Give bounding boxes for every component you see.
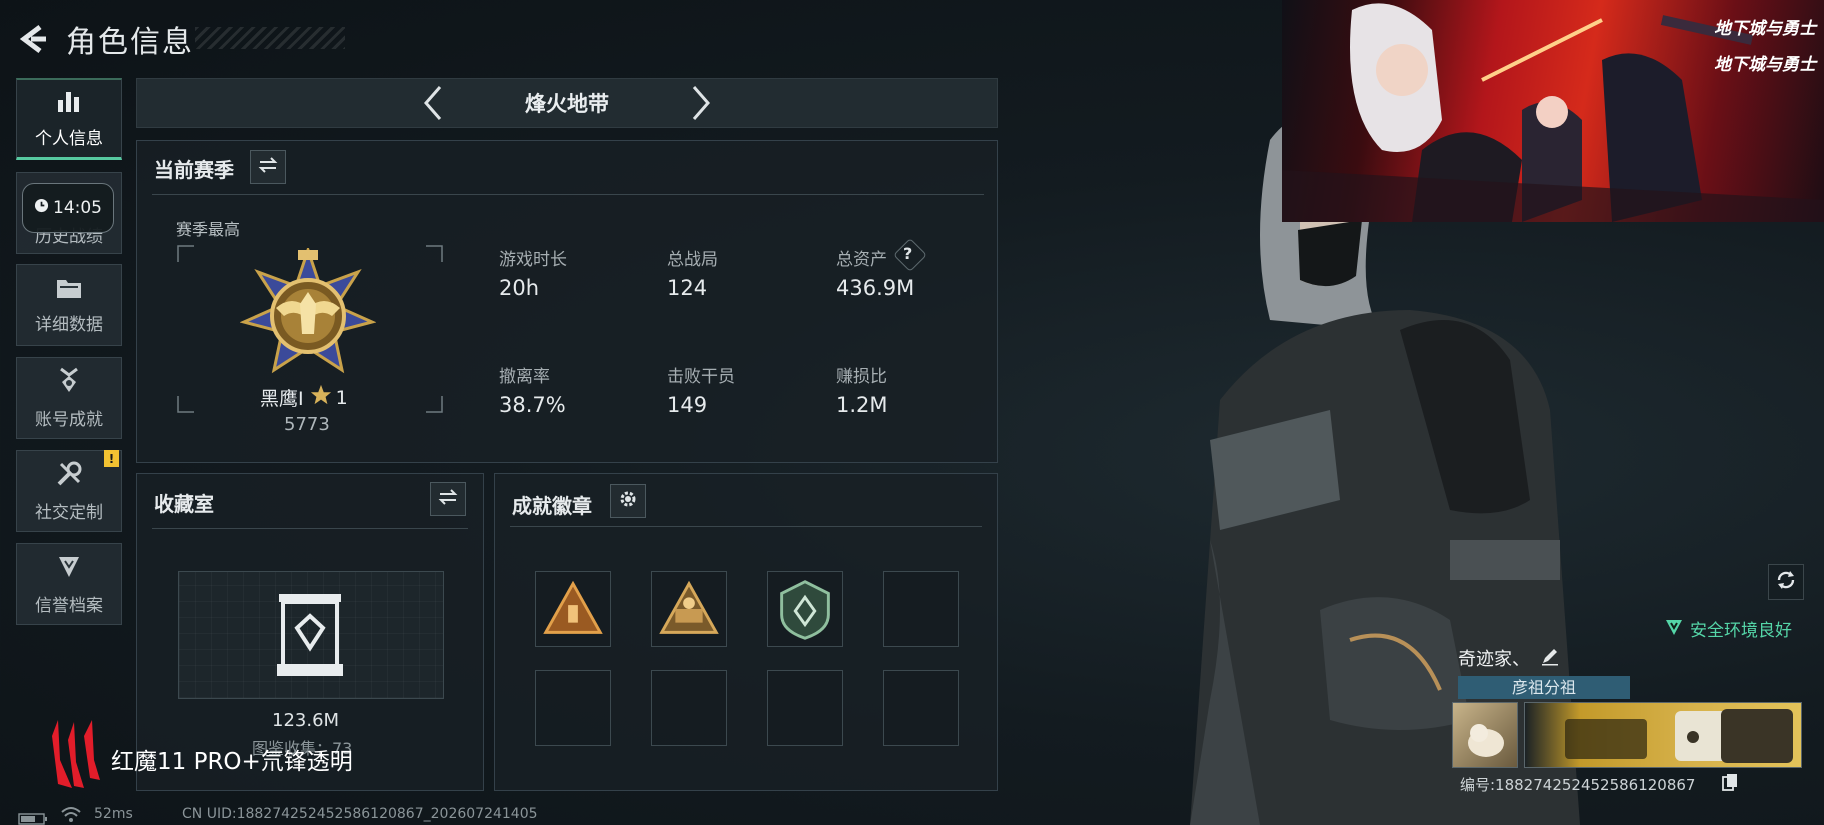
season-title: 当前赛季 (154, 158, 234, 182)
battery-icon (18, 810, 48, 825)
clock-icon (34, 198, 49, 218)
footer-uid: CN UID:18827425245258612086​7_2026072414… (182, 806, 538, 822)
collection-value: 123.6M (272, 710, 340, 731)
rank-emblem-icon (239, 245, 377, 382)
stat-value-kills: 149 (667, 393, 708, 417)
stat-value-playtime: 20h (499, 276, 540, 300)
swap-icon (258, 157, 278, 177)
stat-label-total-matches: 总战局 (667, 250, 718, 270)
stat-value-extract-rate: 38.7% (499, 393, 566, 417)
stat-label-total-assets: 总资产 (836, 250, 887, 270)
player-name: 奇迹家、 (1458, 649, 1530, 670)
safe-shield-icon (1664, 617, 1684, 641)
time-pill: 14:05 (22, 183, 114, 233)
nav-reputation-file[interactable]: 信誉档案 (16, 543, 122, 625)
nav-account-achievements[interactable]: 账号成就 (16, 357, 122, 439)
collection-swap-button[interactable] (430, 482, 466, 516)
season-swap-button[interactable] (250, 150, 286, 184)
achievements-title: 成就徽章 (512, 494, 592, 518)
promo-logo: 地下城与勇士 (1714, 55, 1816, 75)
achievement-slot-empty[interactable] (535, 670, 611, 746)
network-ping: 52ms (94, 806, 133, 822)
stat-label-kills: 击败干员 (667, 367, 735, 387)
wifi-icon (60, 806, 82, 825)
name-card-banner[interactable] (1524, 702, 1802, 768)
folder-icon (55, 276, 83, 304)
stat-label-playtime: 游戏时长 (499, 250, 567, 270)
medal-icon (55, 367, 83, 399)
nav-personal-info[interactable]: 个人信息 (16, 78, 122, 160)
swap-icon (438, 489, 458, 509)
achievements-settings-button[interactable] (610, 484, 646, 518)
achievement-slot-empty[interactable] (883, 571, 959, 647)
achievement-slot-empty[interactable] (883, 670, 959, 746)
divider (510, 526, 982, 527)
player-uid: 编号:18827425245258612086​7 (1460, 776, 1696, 794)
guild-tag: 彦祖分祖 (1458, 676, 1630, 699)
nav-label: 账号成就 (35, 409, 103, 430)
copy-icon[interactable] (1722, 773, 1738, 795)
season-best-label: 赛季最高 (176, 220, 241, 239)
next-map-button[interactable] (677, 79, 725, 127)
achievement-slot-empty[interactable] (767, 670, 843, 746)
rotate-view-button[interactable] (1768, 564, 1804, 600)
clock-time: 14:05 (53, 198, 102, 218)
rank-line: 黑鹰I 1 (260, 384, 348, 411)
player-avatar[interactable] (1452, 702, 1518, 768)
achievement-badge-1[interactable] (535, 571, 611, 647)
refresh-icon (1775, 569, 1797, 595)
nav-label: 社交定制 (35, 502, 103, 523)
device-brand-text: 红魔11 PRO+氘锋透明 (111, 749, 353, 775)
help-icon: ? (903, 244, 913, 263)
star-icon (310, 384, 332, 411)
rank-score: 5773 (284, 414, 330, 435)
pyramid-badge-icon (536, 580, 610, 650)
wrench-icon (55, 460, 83, 492)
divider (152, 528, 468, 529)
prev-map-button[interactable] (409, 79, 457, 127)
stat-value-total-matches: 124 (667, 276, 708, 300)
achievement-slot-empty[interactable] (651, 670, 727, 746)
stat-value-total-assets: 436.9M (836, 276, 915, 300)
ruins-badge-icon (652, 580, 726, 650)
green-shield-badge-icon (768, 580, 842, 650)
rank-name: 黑鹰I (260, 388, 304, 410)
stat-value-profit-ratio: 1.2M (836, 393, 888, 417)
promo-logo: 地下城与勇士 (1714, 19, 1816, 39)
bar-chart-icon (55, 88, 83, 118)
display-case-icon (275, 592, 345, 682)
title-decoration (195, 27, 345, 49)
nav-label: 个人信息 (35, 129, 103, 149)
gear-icon (618, 489, 638, 513)
edit-name-icon[interactable] (1540, 646, 1560, 670)
shield-icon (55, 553, 83, 585)
stat-label-extract-rate: 撤离率 (499, 367, 550, 387)
warning-badge: ! (104, 450, 119, 467)
red-magic-logo-icon (48, 716, 104, 794)
map-name: 烽火地带 (525, 92, 609, 116)
nav-label: 信誉档案 (35, 595, 103, 616)
nav-detailed-data[interactable]: 详细数据 (16, 264, 122, 346)
collection-title: 收藏室 (154, 492, 214, 516)
rank-stars: 1 (335, 386, 348, 409)
achievement-badge-3[interactable] (767, 571, 843, 647)
nav-label: 详细数据 (35, 314, 103, 335)
divider (152, 194, 984, 195)
page-title: 角色信息 (66, 25, 194, 60)
achievement-badge-2[interactable] (651, 571, 727, 647)
map-selector: 烽火地带 (136, 78, 998, 128)
stat-label-profit-ratio: 赚损比 (836, 367, 887, 387)
back-arrow-icon[interactable] (14, 19, 54, 59)
safety-status: 安全环境良好 (1690, 621, 1792, 641)
